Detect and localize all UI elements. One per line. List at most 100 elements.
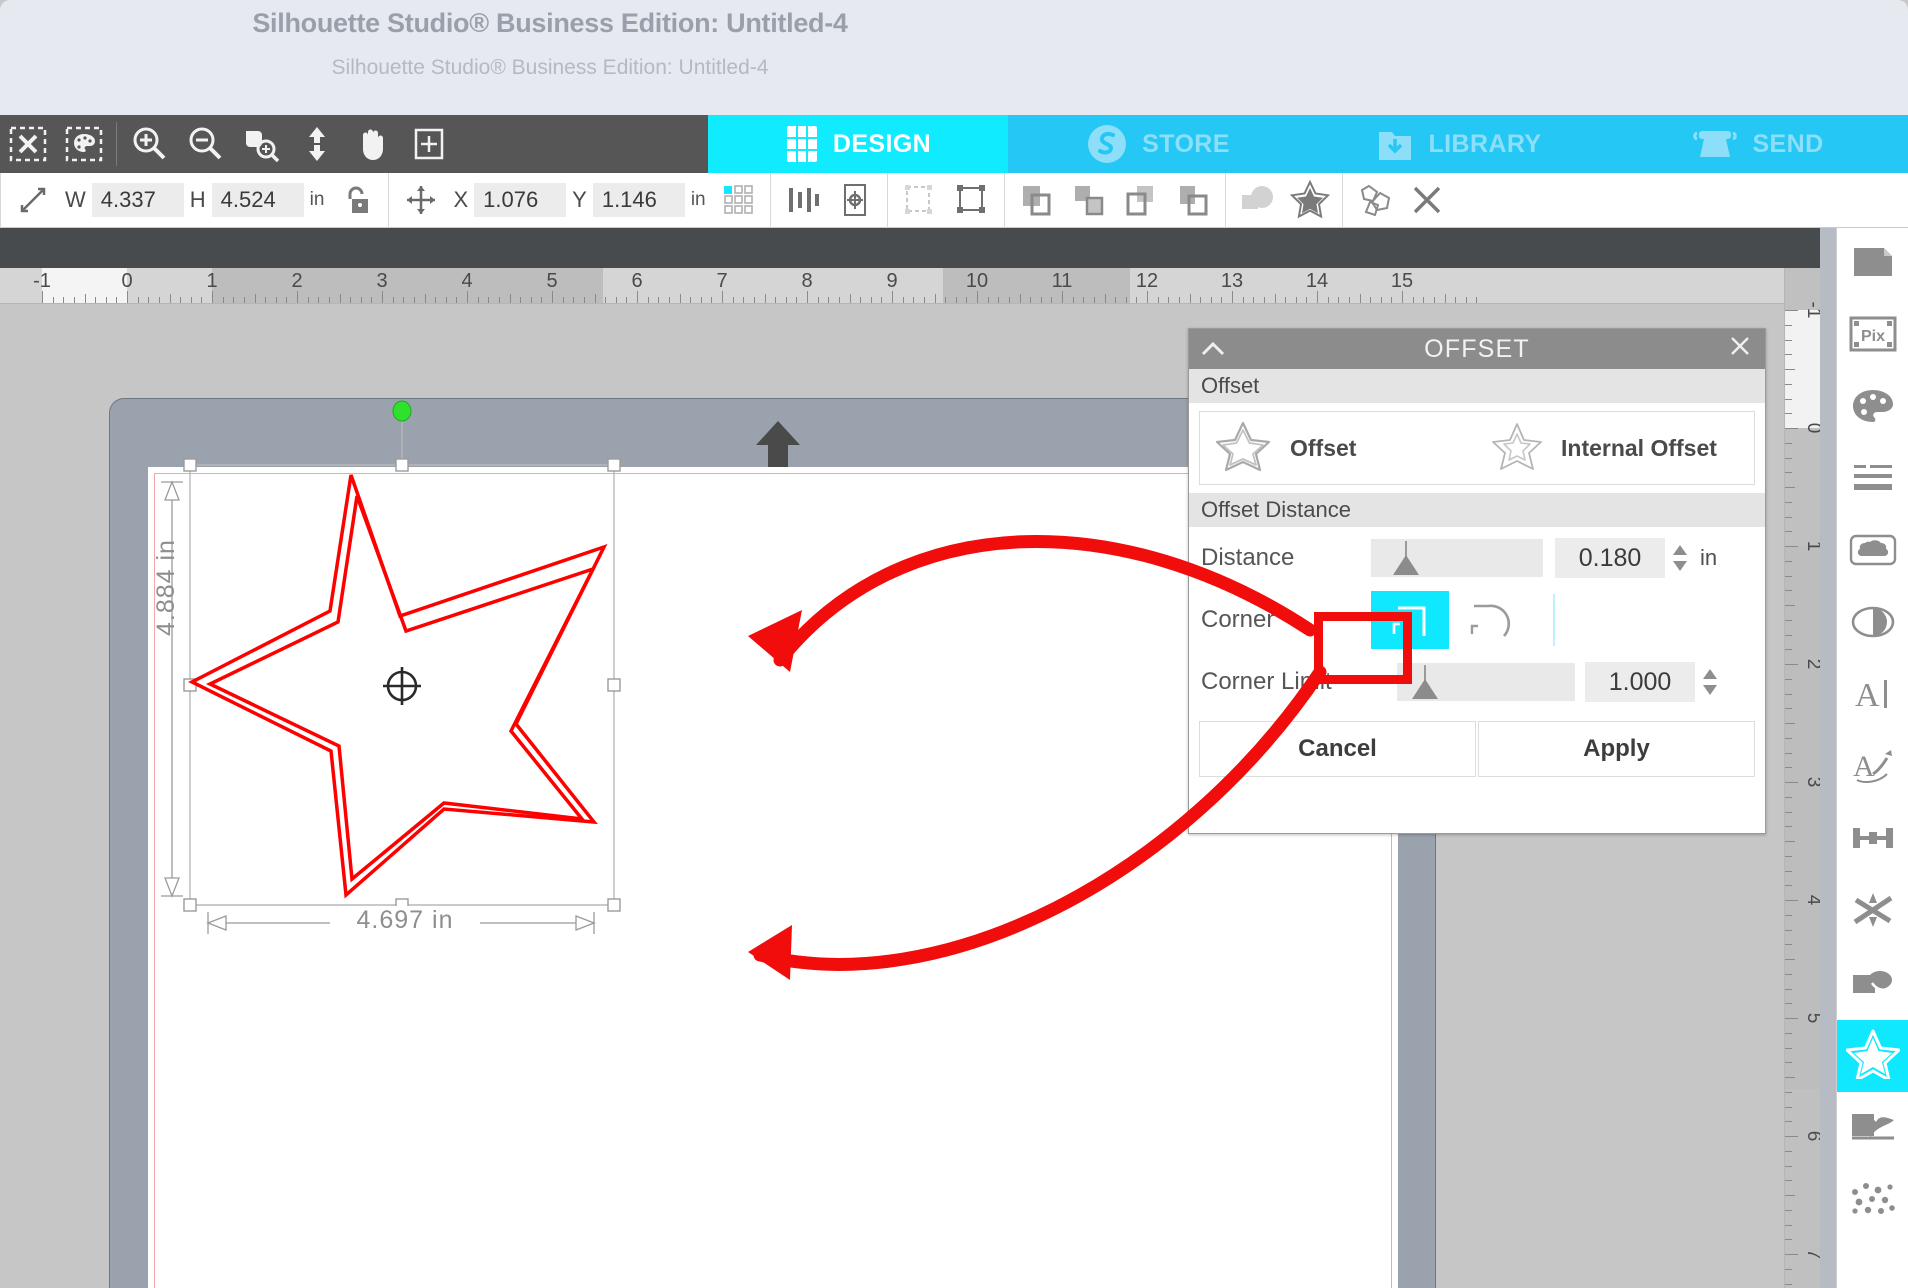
corner-limit-input[interactable]: 1.000 — [1585, 662, 1695, 702]
internal-offset-mode-label: Internal Offset — [1561, 434, 1717, 461]
sharp-corner-button[interactable] — [1371, 591, 1449, 649]
sidebar-item-line-style[interactable] — [1837, 444, 1908, 516]
corner-limit-stepper[interactable] — [1702, 668, 1718, 696]
knife-tools-icon — [1850, 891, 1896, 934]
rounded-corner-button[interactable] — [1449, 591, 1527, 649]
corner-divider — [1553, 594, 1555, 646]
horizontal-ruler[interactable]: -1 0 1 2 3 4 5 6 7 8 9 10 11 12 13 14 15 — [0, 268, 1820, 304]
folder-download-icon — [1375, 124, 1415, 164]
arrange-forward-icon[interactable] — [1063, 173, 1115, 228]
zoom-out-icon[interactable] — [177, 115, 233, 173]
sidebar-item-align-panel[interactable] — [1837, 804, 1908, 876]
distance-slider[interactable] — [1371, 539, 1543, 577]
unlocked-padlock-icon[interactable] — [330, 173, 382, 228]
sidebar-item-pattern-fill[interactable] — [1837, 516, 1908, 588]
knife-close-icon[interactable] — [1401, 173, 1453, 228]
arrange-backward-icon[interactable] — [1115, 173, 1167, 228]
pattern-fill-icon — [1849, 532, 1897, 573]
select-by-color-icon[interactable] — [56, 115, 112, 173]
tab-send[interactable]: SEND — [1608, 115, 1908, 173]
corner-label: Corner — [1201, 606, 1275, 633]
toolbar-divider — [116, 122, 117, 166]
offset-panel-icon — [1845, 1029, 1901, 1084]
internal-offset-mode-button[interactable]: Internal Offset — [1477, 421, 1754, 476]
text-on-path-icon: A — [1851, 746, 1895, 791]
ruler-tick-label: 4 — [461, 270, 473, 292]
sidebar-item-page-setup[interactable] — [1837, 228, 1908, 300]
sidebar-item-text-on-path[interactable]: A — [1837, 732, 1908, 804]
apply-button[interactable]: Apply — [1478, 721, 1755, 777]
tab-library[interactable]: LIBRARY — [1308, 115, 1608, 173]
anchor-grid-icon[interactable] — [712, 173, 764, 228]
corner-row: Corner — [1189, 589, 1765, 651]
tab-library-label: LIBRARY — [1428, 129, 1542, 158]
offset-mode-button[interactable]: Offset — [1200, 419, 1477, 478]
gradient-fill-icon — [1850, 605, 1896, 644]
tab-design-label: DESIGN — [832, 129, 932, 158]
sidebar-item-offset-panel[interactable] — [1837, 1020, 1908, 1092]
size-group: W 4.337 H 4.524 in — [1, 173, 388, 228]
ruler-tick-label: 7 — [716, 270, 728, 292]
pan-hand-icon[interactable] — [345, 115, 401, 173]
tab-design[interactable]: DESIGN — [708, 115, 1008, 173]
ruler-tick-label: 10 — [965, 270, 989, 292]
vruler-tick-label: 2 — [1803, 658, 1820, 670]
sidebar-item-pixscan[interactable]: Pix — [1837, 300, 1908, 372]
x-label: X — [453, 187, 469, 212]
sidebar-item-text-style[interactable]: A — [1837, 660, 1908, 732]
fit-to-window-icon[interactable] — [401, 115, 457, 173]
distance-stepper[interactable] — [1672, 544, 1688, 572]
sidebar-item-trace[interactable] — [1837, 948, 1908, 1020]
tab-store[interactable]: STORE — [1008, 115, 1308, 173]
ruler-tick-label: 2 — [291, 270, 303, 292]
zoom-fit-icon[interactable] — [289, 115, 345, 173]
zoom-region-icon[interactable] — [233, 115, 289, 173]
rounded-corner-icon — [1464, 596, 1512, 645]
weld-icon[interactable] — [1232, 173, 1284, 228]
cancel-button[interactable]: Cancel — [1199, 721, 1476, 777]
sidebar-item-knife-tools[interactable] — [1837, 876, 1908, 948]
distance-input[interactable]: 0.180 — [1555, 538, 1665, 578]
vruler-tick-label: 7 — [1803, 1248, 1820, 1260]
sidebar-item-stipple[interactable] — [1837, 1164, 1908, 1236]
vruler-tick-label: 0 — [1803, 422, 1820, 434]
sidebar-item-print-bleed[interactable] — [1837, 1092, 1908, 1164]
width-input[interactable]: 4.337 — [91, 183, 184, 217]
ruler-tick-label: 14 — [1305, 270, 1329, 292]
page-setup-icon — [1850, 242, 1896, 287]
offset-distance-section-header: Offset Distance — [1189, 493, 1765, 527]
close-x-icon[interactable] — [1729, 335, 1751, 364]
offset-star-icon[interactable] — [1284, 173, 1336, 228]
height-input[interactable]: 4.524 — [211, 183, 304, 217]
position-unit-label: in — [690, 189, 706, 210]
x-input[interactable]: 1.076 — [474, 183, 567, 217]
zoom-in-icon[interactable] — [121, 115, 177, 173]
window-subtitle: Silhouette Studio® Business Edition: Unt… — [331, 56, 769, 79]
vertical-ruler[interactable]: -1 0 1 2 3 4 5 6 7 — [1784, 268, 1820, 1288]
ungroup-icon[interactable] — [946, 173, 998, 228]
center-object-icon[interactable] — [829, 173, 881, 228]
align-group — [771, 173, 887, 228]
offset-panel-title: OFFSET — [1424, 334, 1530, 363]
svg-text:Pix: Pix — [1861, 328, 1885, 345]
vertical-scrollbar[interactable] — [1820, 228, 1836, 1288]
sidebar-item-gradient-fill[interactable] — [1837, 588, 1908, 660]
shape-tools — [1343, 173, 1459, 228]
group-icon[interactable] — [894, 173, 946, 228]
application-window: Silhouette Studio® Business Edition: Unt… — [0, 0, 1908, 1288]
y-input[interactable]: 1.146 — [592, 183, 685, 217]
arrange-back-icon[interactable] — [1167, 173, 1219, 228]
align-icon[interactable] — [777, 173, 829, 228]
modify-icon[interactable] — [1349, 173, 1401, 228]
ruler-tick-label: 8 — [801, 270, 813, 292]
offset-panel-header: OFFSET — [1189, 329, 1765, 369]
tab-send-label: SEND — [1752, 129, 1824, 158]
size-unit-label: in — [309, 189, 325, 210]
vruler-tick-label: -1 — [1803, 301, 1820, 319]
arrange-front-icon[interactable] — [1011, 173, 1063, 228]
deselect-icon[interactable] — [0, 115, 56, 173]
align-panel-icon — [1850, 822, 1896, 859]
corner-limit-slider[interactable] — [1397, 663, 1575, 701]
corner-limit-label: Corner Limit — [1201, 668, 1332, 695]
sidebar-item-color-palette[interactable] — [1837, 372, 1908, 444]
